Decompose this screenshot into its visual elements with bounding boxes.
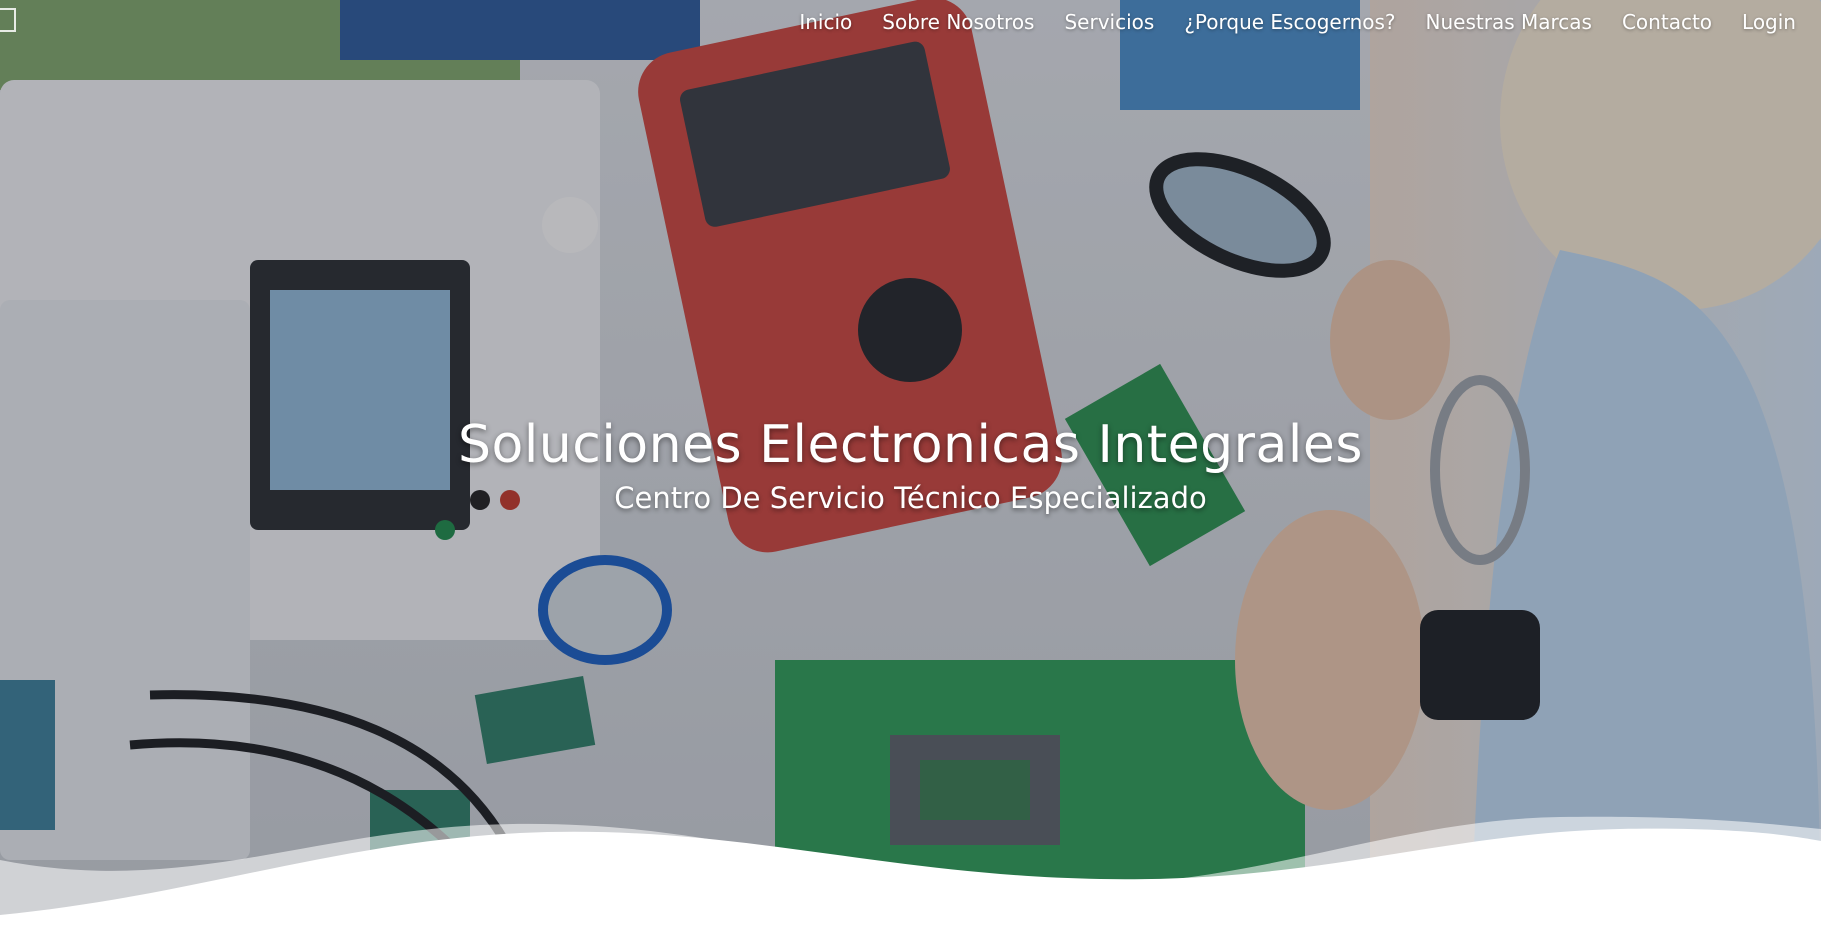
nav-link-sobre-nosotros[interactable]: Sobre Nosotros <box>882 10 1034 34</box>
hero-text-block: Soluciones Electronicas Integrales Centr… <box>0 415 1821 515</box>
nav-link-contacto[interactable]: Contacto <box>1622 10 1712 34</box>
nav-link-servicios[interactable]: Servicios <box>1064 10 1154 34</box>
hero-subtitle: Centro De Servicio Técnico Especializado <box>614 481 1207 515</box>
nav-link-login[interactable]: Login <box>1742 10 1796 34</box>
nav-link-nuestras-marcas[interactable]: Nuestras Marcas <box>1426 10 1592 34</box>
hero-wave-divider <box>0 816 1821 950</box>
nav-link-inicio[interactable]: Inicio <box>799 10 852 34</box>
logo-icon[interactable] <box>0 8 16 32</box>
hero-title: Soluciones Electronicas Integrales <box>458 415 1363 475</box>
nav-link-porque-escogernos[interactable]: ¿Porque Escogernos? <box>1184 10 1395 34</box>
hero-section: Inicio Sobre Nosotros Servicios ¿Porque … <box>0 0 1821 950</box>
main-navigation: Inicio Sobre Nosotros Servicios ¿Porque … <box>799 0 1796 44</box>
